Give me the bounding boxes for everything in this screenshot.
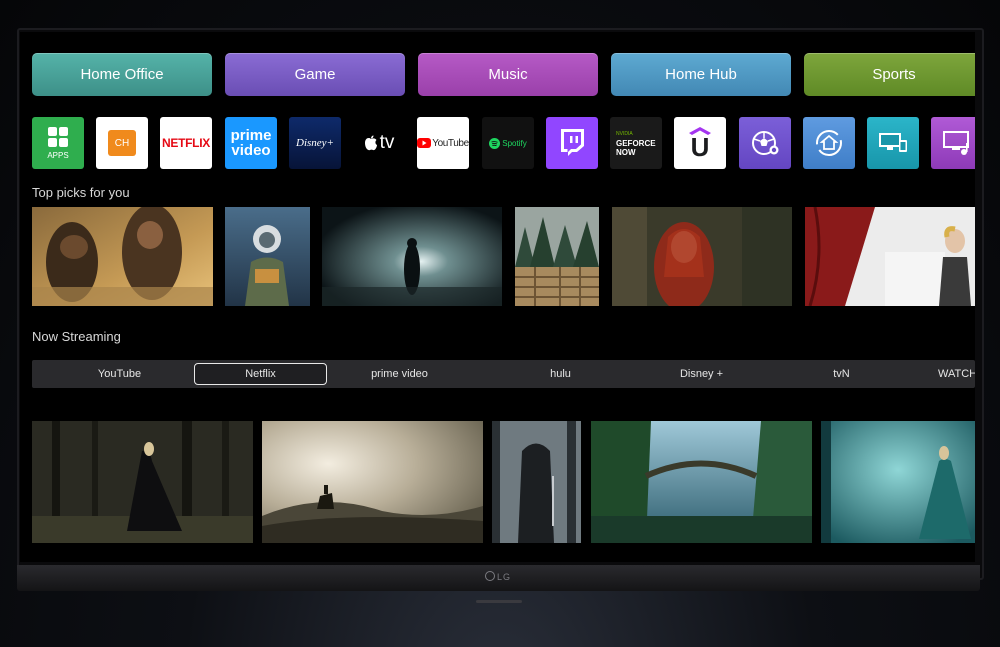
app-spotify[interactable]: Spotify [482,117,534,169]
app-music-screen[interactable] [931,117,975,169]
app-label: U [690,132,710,162]
top-pick-thumbnail[interactable] [32,207,213,306]
astronaut-image [225,207,310,306]
now-streaming-title: Now Streaming [32,329,121,344]
tab-hulu[interactable]: hulu [513,360,608,388]
app-youtube[interactable]: YouTube [417,117,469,169]
tab-watcha[interactable]: WATCHA [938,360,975,388]
category-home-office[interactable]: Home Office [32,53,212,96]
tab-youtube[interactable]: YouTube [72,360,167,388]
app-label-mid: GEFORCE [616,138,656,148]
app-label: Disney+ [296,137,334,149]
theater-boy-image [805,207,975,306]
app-label-top: prime [230,127,272,144]
home-sync-icon [816,130,842,156]
apple-icon [364,135,377,150]
desert-warriors-image [32,207,213,306]
app-disney-plus[interactable]: Disney+ [289,117,341,169]
app-twitch[interactable] [546,117,598,169]
app-apps[interactable]: APPS [32,117,84,169]
streaming-service-tabs: YouTube Netflix prime video hulu Disney … [32,360,975,388]
grid-icon [48,127,68,147]
category-home-hub[interactable]: Home Hub [611,53,791,96]
youtube-play-icon [417,138,432,148]
misty-gown-woman-image [821,421,975,543]
category-game[interactable]: Game [225,53,405,96]
screen-share-icon [879,133,907,152]
top-pick-thumbnail[interactable] [322,207,502,306]
music-screen-icon [943,131,969,155]
brand-label: LG [497,572,512,582]
top-picks-title: Top picks for you [32,185,130,200]
app-apple-tv[interactable]: tv [353,117,405,169]
spotify-icon [489,137,501,149]
cliff-bridge-image [591,421,812,543]
horseback-hills-image [262,421,483,543]
app-label-bottom: NOW [616,147,636,157]
hooded-figure-image [492,421,581,543]
app-label: CH [114,137,130,149]
category-label: Music [488,66,528,83]
foggy-night-image [322,207,502,306]
app-geforce-now[interactable]: NVIDIA GEFORCE NOW [610,117,662,169]
streaming-thumbnail[interactable] [492,421,581,543]
streaming-thumbnail[interactable] [821,421,975,543]
forest-maze-image [515,207,599,306]
app-screen-share[interactable] [867,117,919,169]
app-label-bottom: video [231,142,271,159]
app-prime-video[interactable]: prime video [225,117,277,169]
app-label: tv [379,132,395,153]
app-label: Spotify [502,138,527,148]
category-label: Home Office [80,66,164,83]
red-hood-girl-image [612,207,792,306]
app-sports[interactable] [739,117,791,169]
category-sports[interactable]: Sports [804,53,975,96]
dark-forest-woman-image [32,421,253,543]
category-music[interactable]: Music [418,53,598,96]
category-label: Game [294,66,336,83]
lg-channels-icon: CH [108,130,136,156]
app-label: NETFLIX [162,136,210,150]
streaming-thumbnail[interactable] [591,421,812,543]
tab-tvn[interactable]: tvN [794,360,889,388]
lg-circle-icon [485,571,495,581]
app-netflix[interactable]: NETFLIX [160,117,212,169]
top-pick-thumbnail[interactable] [515,207,599,306]
streaming-thumbnail[interactable] [32,421,253,543]
tab-netflix[interactable]: Netflix [194,363,327,385]
top-pick-thumbnail[interactable] [612,207,792,306]
category-label: Sports [872,66,916,83]
top-pick-thumbnail[interactable] [805,207,975,306]
app-home-dashboard[interactable] [803,117,855,169]
twitch-icon [561,129,584,156]
soccer-ball-icon [752,131,779,155]
app-label: APPS [47,151,69,160]
tab-prime-video[interactable]: prime video [352,360,447,388]
app-lg-channels[interactable]: CH [96,117,148,169]
app-label: YouTube [432,137,469,149]
tv-stand [476,600,522,603]
streaming-thumbnail[interactable] [262,421,483,543]
app-label-top: NVIDIA [616,130,633,137]
lg-logo: LG [485,571,511,582]
category-label: Home Hub [665,66,737,83]
tv-screen: Home Office Game Music Home Hub Sports A… [20,32,975,562]
tab-disney-plus[interactable]: Disney + [654,360,749,388]
top-pick-thumbnail[interactable] [225,207,310,306]
app-udemy[interactable]: U [674,117,726,169]
